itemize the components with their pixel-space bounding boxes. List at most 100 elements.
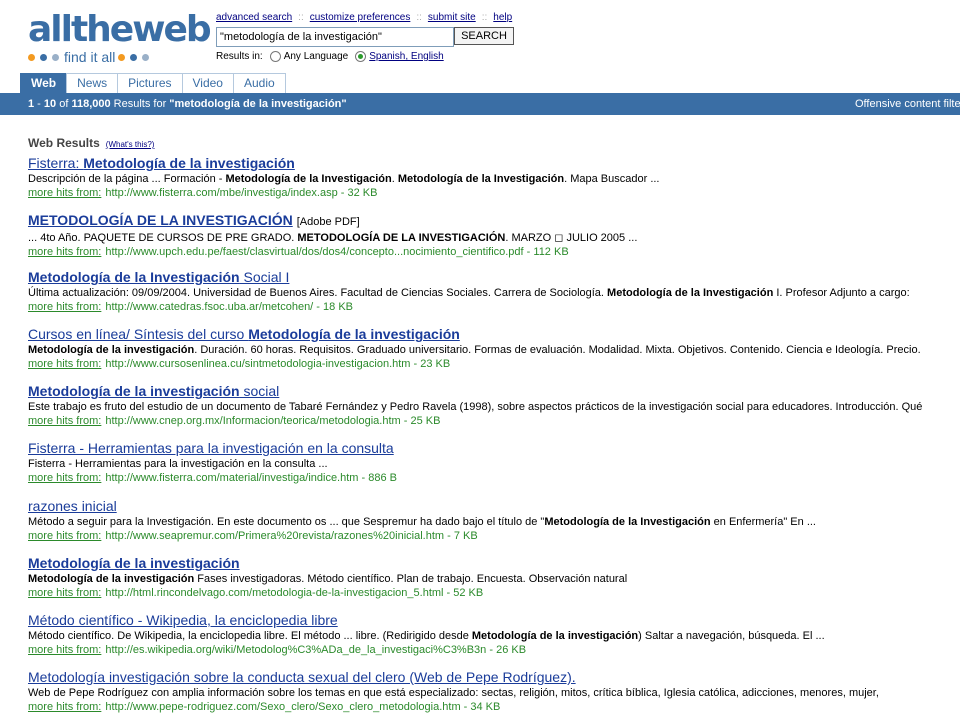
snippet-segment: Web de Pepe Rodríguez con amplia informa… [28, 686, 879, 699]
snippet-segment: ) Saltar a navegación, búsqueda. El ... [638, 629, 825, 642]
snippet-segment: Metodología de la investigación [28, 344, 195, 357]
tab-audio[interactable]: Audio [232, 73, 286, 93]
search-result: Metodología investigación sobre la condu… [28, 668, 960, 725]
web-results-heading: Web Results (What's this?) [28, 136, 154, 150]
snippet-segment: . MARZO ◻ JULIO 2005 ... [505, 232, 638, 245]
offensive-content-filter[interactable]: Offensive content filter [855, 98, 960, 110]
result-snippet: Fisterra - Herramientas para la investig… [28, 457, 960, 471]
search-button[interactable]: SEARCH [454, 27, 514, 45]
result-size: 25 KB [410, 415, 441, 428]
result-title-segment: Metodología de la investigación [28, 554, 240, 571]
snippet-segment: . Duración. 60 horas. Requisitos. Gradua… [194, 344, 921, 357]
more-hits-link[interactable]: more hits from: [28, 187, 101, 199]
result-title-link[interactable]: Método científico - Wikipedia, la encicl… [28, 612, 338, 628]
result-url-row: more hits from: http://www.cnep.org.mx/In… [28, 414, 960, 428]
result-snippet: Método a seguir para la Investigación. E… [28, 515, 960, 529]
snippet-segment: . Mapa Buscador ... [564, 173, 660, 185]
results-for-label: Results for [110, 98, 170, 110]
result-title-link[interactable]: Metodología de la Investigación Social I [28, 269, 289, 285]
more-hits-link[interactable]: more hits from: [28, 644, 101, 656]
result-url-row: more hits from: http://www.fisterra.com/m… [28, 186, 960, 200]
result-size: 26 KB [496, 643, 527, 656]
result-title-row: Fisterra - Herramientas para la investig… [28, 439, 960, 457]
search-result: Cursos en línea/ Síntesis del curso Meto… [28, 325, 960, 382]
top-links: advanced search:: customize preferences::… [216, 12, 512, 23]
snippet-segment: en Enfermería" En ... [710, 515, 816, 528]
result-snippet: Última actualización: 09/09/2004. Univer… [28, 286, 960, 300]
snippet-segment: I. Profesor Adjunto a cargo: [773, 287, 910, 300]
more-hits-link[interactable]: more hits from: [28, 530, 101, 542]
result-title-row: Fisterra: Metodología de la investigació… [28, 154, 960, 172]
more-hits-link[interactable]: more hits from: [28, 358, 101, 370]
tab-web[interactable]: Web [20, 73, 68, 93]
more-hits-link[interactable]: more hits from: [28, 701, 101, 713]
result-snippet: Método científico. De Wikipedia, la enci… [28, 629, 960, 643]
tab-news[interactable]: News [66, 73, 119, 93]
result-snippet: Metodología de la investigación Fases in… [28, 572, 960, 586]
result-filetype: [Adobe PDF] [296, 216, 360, 229]
snippet-segment: Metodología de la Investigación [397, 173, 565, 185]
result-title-link[interactable]: Cursos en línea/ Síntesis del curso Meto… [28, 326, 460, 342]
result-title-link[interactable]: METODOLOGÍA DE LA INVESTIGACIÓN [28, 212, 293, 228]
any-language-label[interactable]: Any Language [284, 51, 349, 62]
snippet-segment: Este trabajo es fruto del estudio de un … [28, 401, 923, 414]
result-title-link[interactable]: Fisterra: Metodología de la investigació… [28, 155, 295, 171]
tab-video[interactable]: Video [181, 73, 234, 93]
more-hits-link[interactable]: more hits from: [28, 301, 101, 313]
logo-tagline-row: find it all [28, 49, 151, 65]
result-title-link[interactable]: Metodología investigación sobre la condu… [28, 669, 576, 685]
snippet-segment: Metodología de la Investigación [225, 173, 392, 185]
more-hits-link[interactable]: more hits from: [28, 472, 101, 484]
any-language-radio[interactable] [269, 51, 281, 62]
search-result: Método científico - Wikipedia, la encicl… [28, 611, 960, 668]
result-title-segment: razones inicial [28, 497, 117, 514]
snippet-segment: Metodología de la Investigación [607, 287, 774, 300]
result-snippet: Web de Pepe Rodríguez con amplia informa… [28, 686, 960, 700]
result-title-link[interactable]: Metodología de la investigación social [28, 383, 279, 399]
url-size-separator: - [358, 472, 369, 485]
result-url-row: more hits from: http://es.wikipedia.org/w… [28, 643, 960, 657]
logo-dot-icon [130, 53, 138, 61]
more-hits-link[interactable]: more hits from: [28, 415, 101, 427]
result-snippet: Metodología de la investigación. Duració… [28, 343, 960, 357]
range-sep: - [34, 98, 44, 110]
separator: :: [481, 12, 488, 23]
result-title-segment: Social I [239, 269, 290, 286]
url-size-separator: - [410, 358, 421, 371]
snippet-segment: Última actualización: 09/09/2004. Univer… [28, 287, 608, 300]
help-link[interactable]: help [493, 12, 512, 23]
result-title-segment: Metodología de la investigación [248, 326, 460, 343]
result-url: http://html.rincondelvago.com/metodologi… [105, 586, 444, 599]
submit-site-link[interactable]: submit site [428, 12, 476, 23]
whats-this-link[interactable]: (What's this?) [106, 140, 155, 149]
logo-dot-icon [40, 53, 47, 61]
logo-wordmark: alltheweb [28, 9, 212, 50]
search-input[interactable] [216, 27, 454, 47]
result-title-row: METODOLOGÍA DE LA INVESTIGACIÓN [Adobe PD… [28, 211, 960, 231]
advanced-search-link[interactable]: advanced search [216, 12, 292, 23]
result-summary-bar: 1 - 10 of 118,000 Results for "metodolog… [0, 93, 960, 115]
result-size: 23 KB [420, 358, 451, 371]
result-size: 32 KB [347, 187, 378, 199]
tab-pictures[interactable]: Pictures [117, 73, 183, 93]
spanish-english-radio[interactable] [355, 51, 367, 62]
logo-tagline: find it all [64, 49, 116, 65]
result-title-link[interactable]: razones inicial [28, 498, 117, 514]
range-end: 10 [43, 98, 57, 110]
result-title-row: Método científico - Wikipedia, la encicl… [28, 611, 960, 629]
result-url-row: more hits from: http://www.seapremur.com/… [28, 529, 960, 543]
result-title-segment: Metodología investigación sobre la condu… [28, 668, 576, 685]
result-title-row: razones inicial [28, 497, 960, 515]
result-size: 34 KB [470, 700, 501, 713]
result-title-segment: Método científico - Wikipedia, la encicl… [28, 611, 338, 628]
more-hits-link[interactable]: more hits from: [28, 587, 101, 599]
alltheweb-logo[interactable]: alltheweb find it all [28, 9, 212, 67]
spanish-english-label[interactable]: Spanish, English [369, 51, 444, 62]
search-result: Fisterra: Metodología de la investigació… [28, 154, 960, 211]
result-title-link[interactable]: Metodología de la investigación [28, 555, 240, 571]
more-hits-link[interactable]: more hits from: [28, 246, 101, 258]
result-url: http://www.upch.edu.pe/faest/clasvirtual… [105, 246, 524, 259]
customize-preferences-link[interactable]: customize preferences [310, 12, 411, 23]
result-title-link[interactable]: Fisterra - Herramientas para la investig… [28, 440, 394, 456]
url-size-separator: - [444, 529, 454, 542]
